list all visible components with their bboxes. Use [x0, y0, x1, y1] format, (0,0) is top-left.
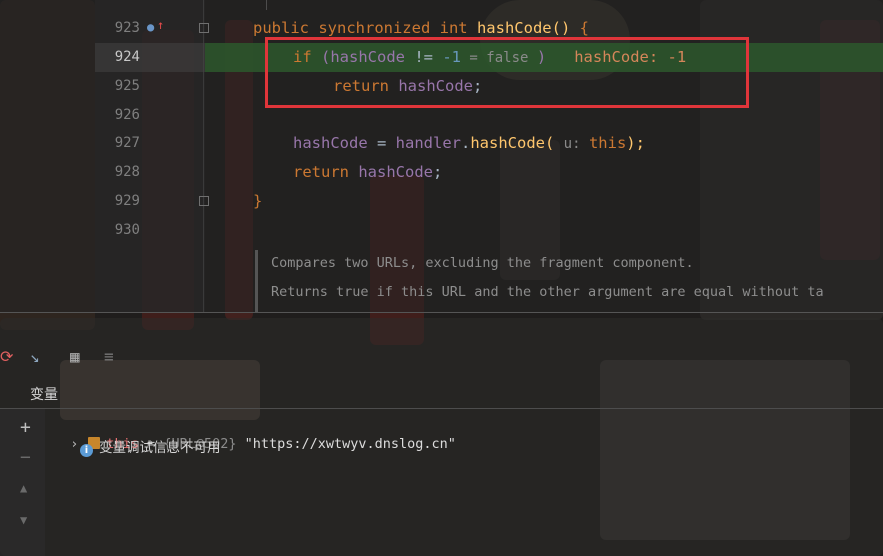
panel-divider[interactable]: [0, 312, 883, 313]
line-number: 926: [114, 107, 140, 123]
doc-comment-line: Compares two URLs, excluding the fragmen…: [271, 255, 694, 271]
info-message: 变量调试信息不可用: [99, 440, 221, 456]
move-up-icon[interactable]: ▲: [20, 481, 27, 495]
line-number: 923: [114, 20, 140, 36]
line-number: 929: [114, 193, 140, 209]
step-into-cursor-icon[interactable]: ↘: [30, 347, 40, 366]
info-message-row: i 变量调试信息不可用: [80, 438, 221, 458]
doc-comment-bar: [255, 250, 258, 312]
code-editor[interactable]: 923 924 925 926 927 928 929 930 ● ↑ publ…: [0, 0, 883, 312]
code-line-929: }: [253, 192, 263, 210]
table-view-icon[interactable]: ▦: [70, 347, 80, 366]
line-number: 924: [114, 49, 140, 65]
restore-layout-icon[interactable]: ⟳: [0, 347, 13, 366]
fold-marker-icon[interactable]: [199, 196, 209, 206]
code-line-927: hashCode = handler.hashCode( u: this);: [293, 134, 645, 152]
line-number: 930: [114, 222, 140, 238]
add-watch-icon[interactable]: +: [20, 417, 31, 438]
fold-marker-icon[interactable]: [199, 23, 209, 33]
debug-toolbar: ⟳ ↘ ▦ ≡: [0, 342, 883, 372]
move-down-icon[interactable]: ▼: [20, 513, 27, 527]
expand-chevron-icon[interactable]: ›: [70, 436, 78, 452]
remove-watch-icon[interactable]: −: [20, 447, 31, 468]
line-number: 925: [114, 78, 140, 94]
code-line-928: return hashCode;: [293, 163, 443, 181]
line-number: 928: [114, 164, 140, 180]
annotation-highlight-box: [265, 37, 749, 108]
variable-tree-row[interactable]: › this = {URL@502} "https://xwtwyv.dnslog…: [54, 414, 456, 452]
variables-tab-title[interactable]: 变量: [30, 384, 58, 404]
threads-list-icon[interactable]: ≡: [104, 347, 114, 366]
implements-up-arrow-icon[interactable]: ↑: [157, 18, 164, 32]
doc-comment-line: Returns true if this URL and the other a…: [271, 284, 824, 300]
line-number: 927: [114, 135, 140, 151]
override-gutter-icon[interactable]: ●: [147, 20, 154, 34]
variables-side-toolbar: + − ▲ ▼: [0, 409, 45, 556]
tab-divider: [0, 408, 883, 409]
info-icon: i: [80, 444, 93, 457]
